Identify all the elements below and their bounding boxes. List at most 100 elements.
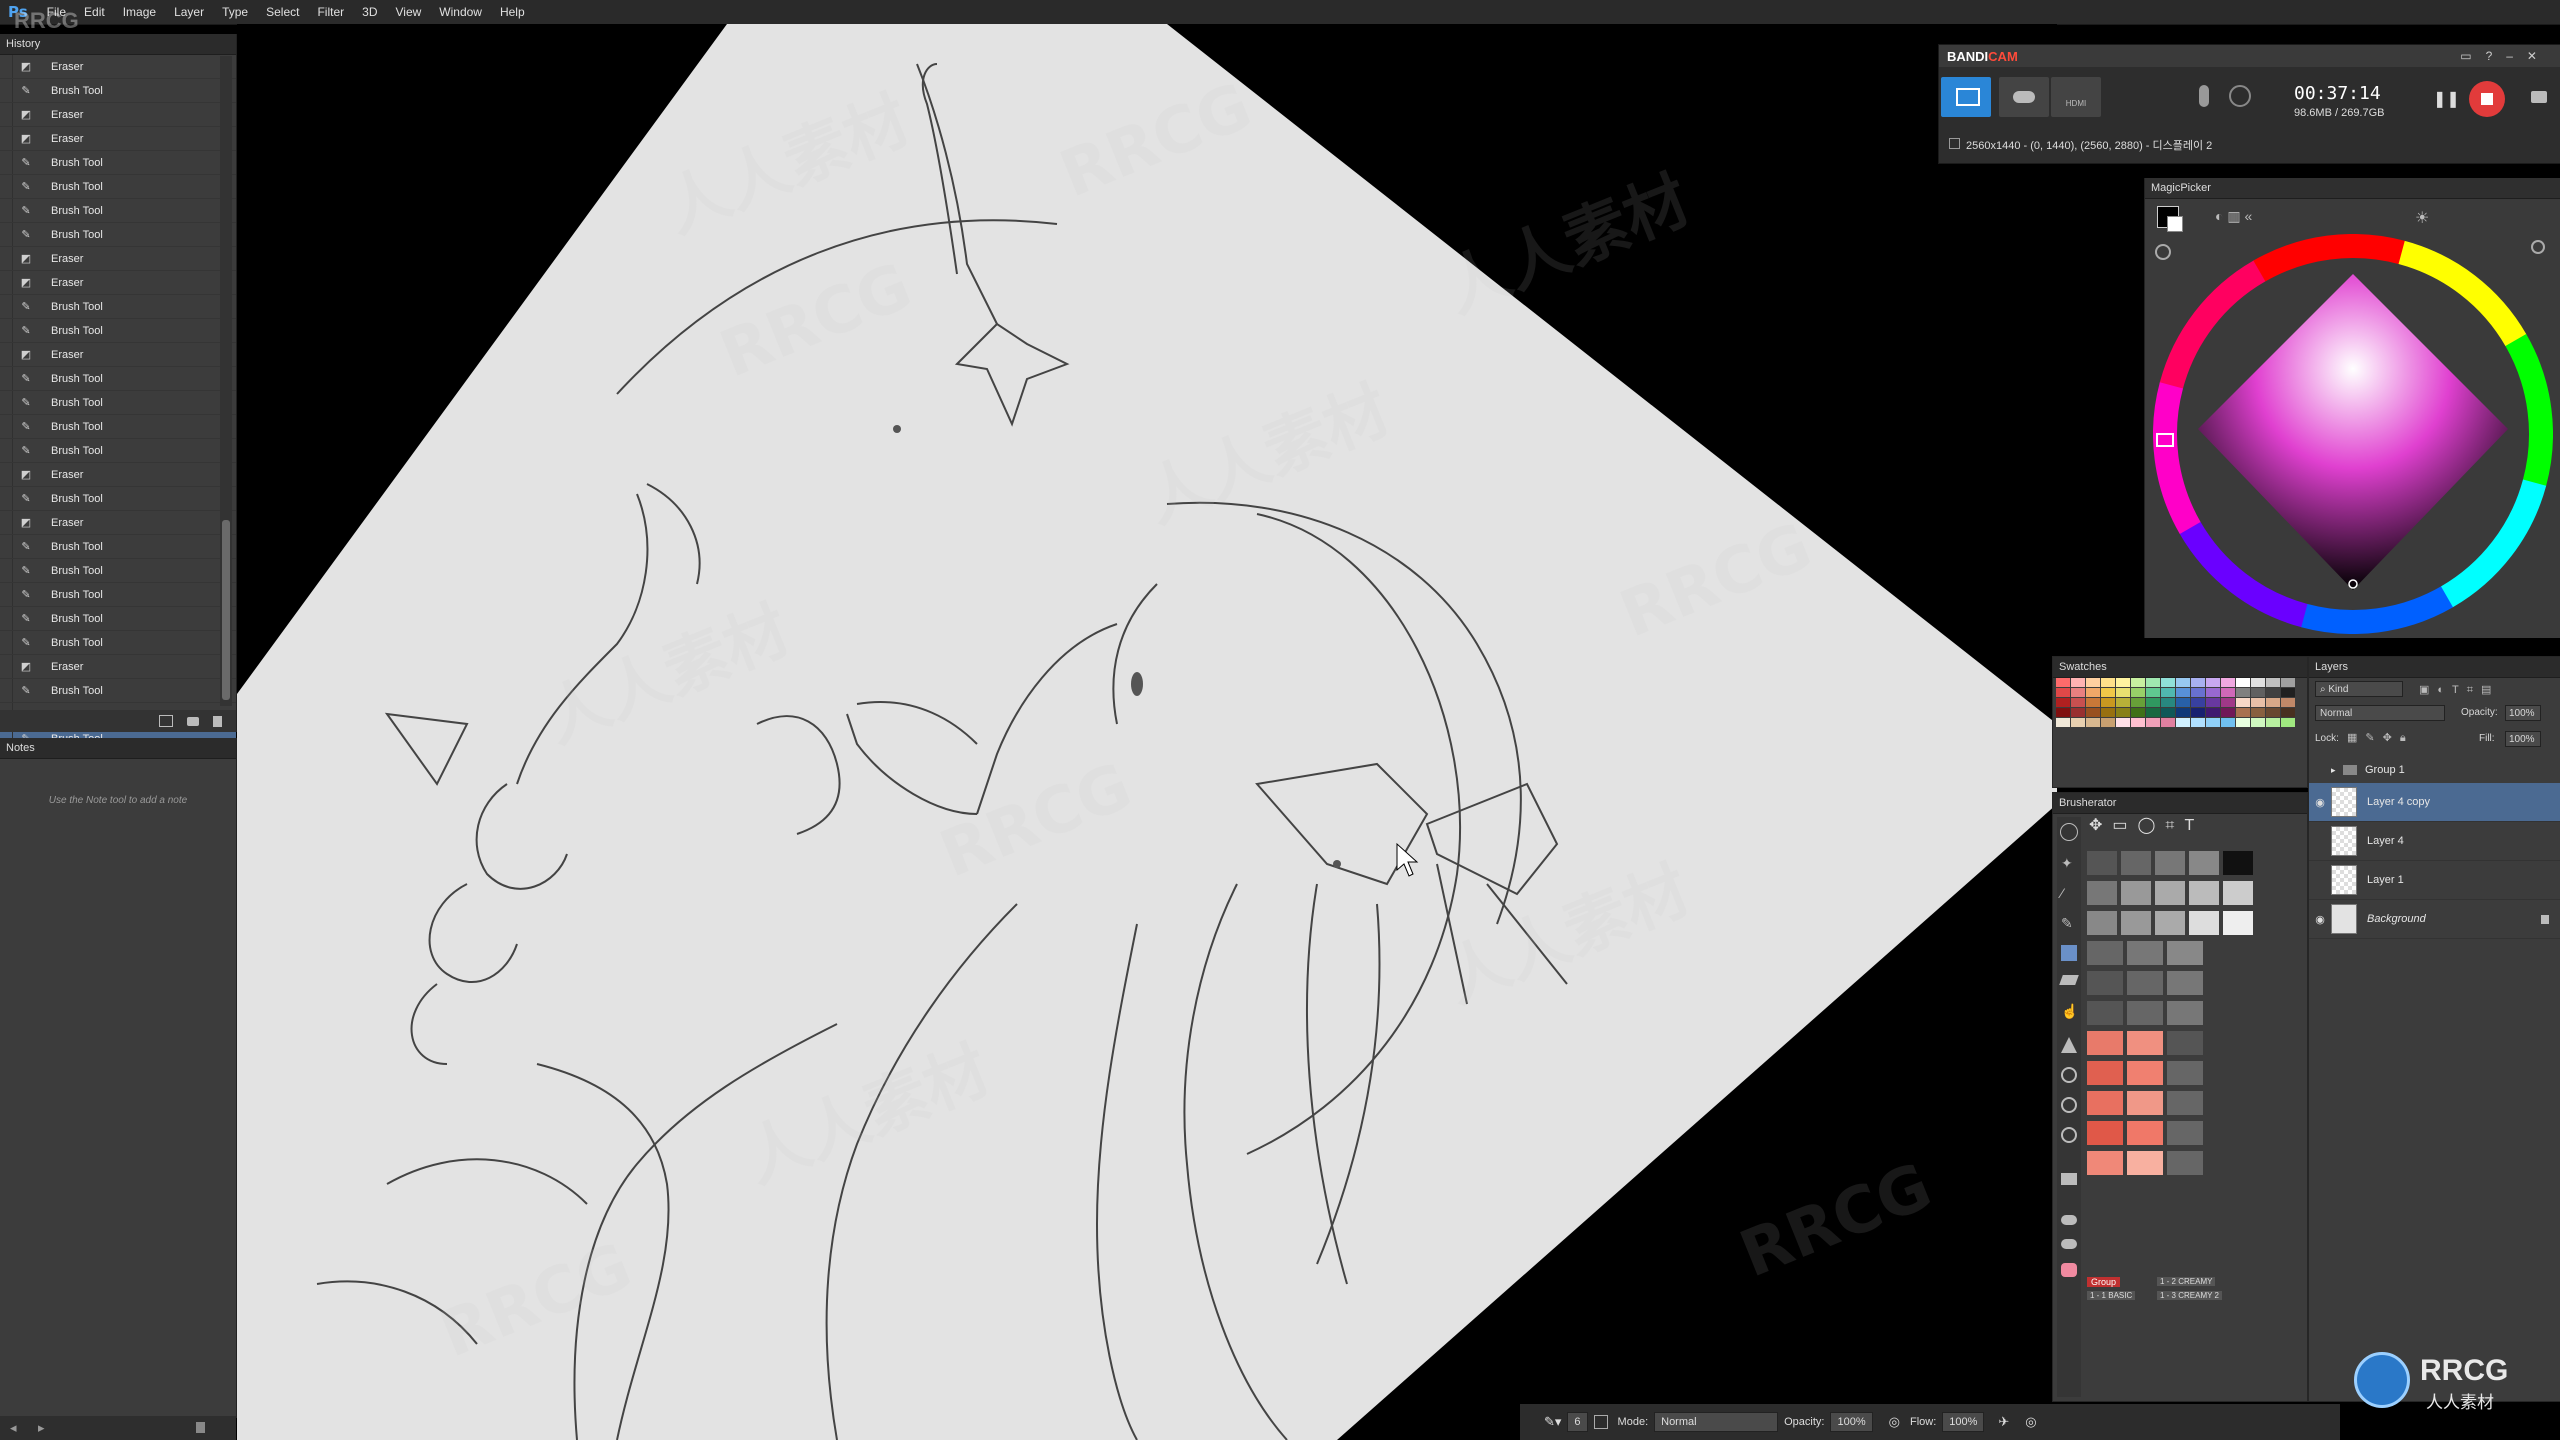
history-item[interactable]: ◩ Eraser xyxy=(0,271,236,295)
color-swatch[interactable] xyxy=(2251,708,2265,717)
menu-help[interactable]: Help xyxy=(500,5,525,19)
history-snapshot-checkbox[interactable] xyxy=(0,103,13,126)
history-snapshot-checkbox[interactable] xyxy=(0,151,13,174)
hdmi-mode-button[interactable]: HDMI xyxy=(2051,77,2101,117)
color-swatch[interactable] xyxy=(2266,678,2280,687)
saturation-diamond[interactable] xyxy=(2198,274,2508,590)
brush-preset-tile[interactable] xyxy=(2167,1151,2203,1175)
color-swatch[interactable] xyxy=(2206,688,2220,697)
brush-preset-tile[interactable] xyxy=(2087,911,2117,935)
selection-tools-icon[interactable]: ✥▭◯⌗T xyxy=(2089,815,2204,835)
layer-filter-kind[interactable]: ⌕ Kind xyxy=(2315,681,2403,697)
flow-field[interactable]: 100% xyxy=(1942,1412,1985,1432)
brush-preset-tile[interactable] xyxy=(2167,1061,2203,1085)
brush-preset-tile[interactable] xyxy=(2121,851,2151,875)
brush-preset-tile[interactable] xyxy=(2223,911,2253,935)
color-swatch[interactable] xyxy=(2206,708,2220,717)
history-snapshot-checkbox[interactable] xyxy=(0,319,13,342)
brush-preset-tile[interactable] xyxy=(2167,971,2203,995)
color-swatch[interactable] xyxy=(2101,718,2115,727)
lock-icons[interactable]: ▦✎✥🔒︎ xyxy=(2347,731,2414,745)
color-swatch[interactable] xyxy=(2251,688,2265,697)
history-item[interactable]: ✎ Brush Tool xyxy=(0,79,236,103)
menu-view[interactable]: View xyxy=(395,5,421,19)
history-item[interactable]: ✎ Brush Tool xyxy=(0,487,236,511)
color-swatch[interactable] xyxy=(2116,708,2130,717)
layer-filter-icons[interactable]: ▣◐T⌗▤ xyxy=(2419,683,2499,697)
history-snapshot-checkbox[interactable] xyxy=(0,367,13,390)
history-snapshot-checkbox[interactable] xyxy=(0,535,13,558)
color-swatch[interactable] xyxy=(2161,688,2175,697)
history-item[interactable]: ◩ Eraser xyxy=(0,343,236,367)
swatches-tab[interactable]: Swatches xyxy=(2053,657,2307,678)
search-icon[interactable] xyxy=(2061,1127,2077,1143)
color-swatch[interactable] xyxy=(2101,698,2115,707)
brush-preset-tile[interactable] xyxy=(2121,881,2151,905)
color-swatch[interactable] xyxy=(2221,708,2235,717)
brush-preset-tile[interactable] xyxy=(2127,1121,2163,1145)
group-badge[interactable]: Group xyxy=(2087,1277,2121,1287)
color-swatch[interactable] xyxy=(2251,718,2265,727)
history-item[interactable]: ✎ Brush Tool xyxy=(0,295,236,319)
brush-preset-tile[interactable] xyxy=(2087,1121,2123,1145)
window-controls-icon[interactable]: ▭?‒✕ xyxy=(2460,49,2551,63)
menu-filter[interactable]: Filter xyxy=(317,5,344,19)
color-swatch[interactable] xyxy=(2221,688,2235,697)
color-swatch[interactable] xyxy=(2236,698,2250,707)
brush-preset-tile[interactable] xyxy=(2087,1091,2123,1115)
color-swatch[interactable] xyxy=(2266,688,2280,697)
preset-creamy2[interactable]: 1 - 3 CREAMY 2 xyxy=(2157,1291,2222,1300)
history-snapshot-checkbox[interactable] xyxy=(0,487,13,510)
history-item[interactable]: ✎ Brush Tool xyxy=(0,151,236,175)
color-swatch[interactable] xyxy=(2281,678,2295,687)
eraser-icon[interactable] xyxy=(2059,975,2079,985)
menu-image[interactable]: Image xyxy=(123,5,156,19)
picker-mode-icon[interactable]: ◐ ▥ « xyxy=(2215,208,2252,225)
brush-preset-tile[interactable] xyxy=(2155,881,2185,905)
color-swatch[interactable] xyxy=(2176,688,2190,697)
opacity-input[interactable]: 100% xyxy=(2505,705,2541,721)
menu-type[interactable]: Type xyxy=(222,5,248,19)
history-snapshot-checkbox[interactable] xyxy=(0,343,13,366)
brush-preset-tile[interactable] xyxy=(2127,1061,2163,1085)
menu-layer[interactable]: Layer xyxy=(174,5,204,19)
color-swatch[interactable] xyxy=(2161,708,2175,717)
color-swatch[interactable] xyxy=(2086,678,2100,687)
eye-icon[interactable]: ◉ xyxy=(2309,796,2331,809)
history-snapshot-checkbox[interactable] xyxy=(0,271,13,294)
color-swatch[interactable] xyxy=(2116,718,2130,727)
preset-creamy[interactable]: 1 - 2 CREAMY xyxy=(2157,1277,2216,1286)
color-swatch[interactable] xyxy=(2086,688,2100,697)
smudge-icon[interactable]: ☝ xyxy=(2061,1003,2078,1019)
next-arrow-icon[interactable]: ▸ xyxy=(38,1420,45,1436)
color-swatch[interactable] xyxy=(2071,698,2085,707)
brush-preset-tile[interactable] xyxy=(2155,851,2185,875)
history-item[interactable]: ◩ Eraser xyxy=(0,247,236,271)
color-swatch[interactable] xyxy=(2161,698,2175,707)
expand-arrow-icon[interactable]: ▸ xyxy=(2331,765,2343,776)
color-swatch[interactable] xyxy=(2191,688,2205,697)
color-swatch[interactable] xyxy=(2116,698,2130,707)
history-item[interactable]: ✎ Brush Tool xyxy=(0,415,236,439)
brush-panel-icon[interactable] xyxy=(1593,1415,1608,1429)
camera-icon[interactable] xyxy=(187,716,199,726)
history-snapshot-checkbox[interactable] xyxy=(0,295,13,318)
brush-preset-tile[interactable] xyxy=(2087,1151,2123,1175)
color-wheel[interactable] xyxy=(2153,234,2553,634)
brush-preset-tile[interactable] xyxy=(2223,851,2253,875)
history-snapshot-checkbox[interactable] xyxy=(0,223,13,246)
color-swatch[interactable] xyxy=(2176,718,2190,727)
history-item[interactable]: ✎ Brush Tool xyxy=(0,631,236,655)
history-item[interactable]: ✎ Brush Tool xyxy=(0,319,236,343)
magic-wand-icon[interactable]: ✦ xyxy=(2061,855,2077,871)
screenshot-camera-icon[interactable] xyxy=(2531,91,2547,103)
cloud-alt-icon[interactable] xyxy=(2061,1239,2077,1249)
color-swatch[interactable] xyxy=(2131,698,2145,707)
color-swatch[interactable] xyxy=(2146,708,2160,717)
color-swatch[interactable] xyxy=(2281,698,2295,707)
stop-record-button[interactable] xyxy=(2469,81,2505,117)
color-swatch[interactable] xyxy=(2176,678,2190,687)
brush-preset-tile[interactable] xyxy=(2127,1091,2163,1115)
color-swatch[interactable] xyxy=(2221,678,2235,687)
history-snapshot-checkbox[interactable] xyxy=(0,583,13,606)
